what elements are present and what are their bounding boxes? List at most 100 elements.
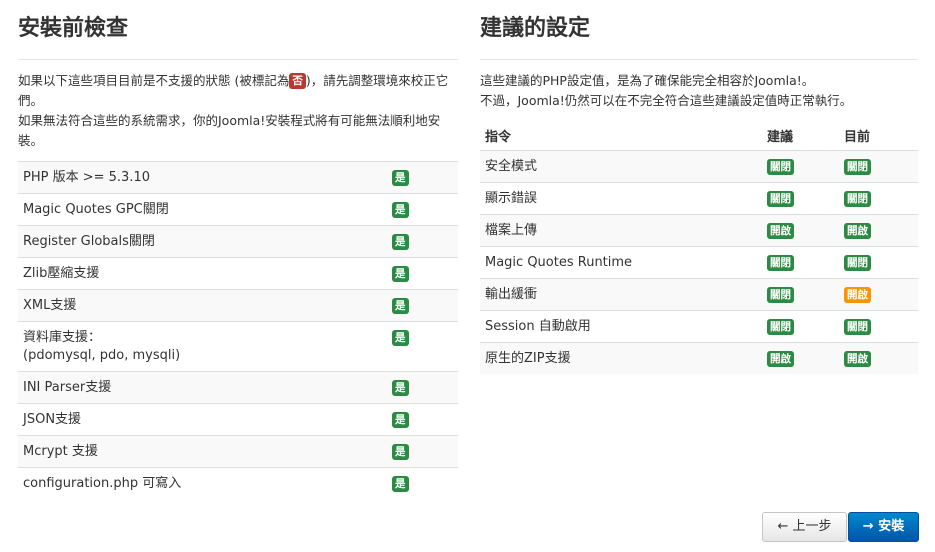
check-row: JSON支援 是 — [18, 403, 458, 436]
preinstall-intro: 如果以下這些項目目前是不支援的狀態 (被標記為否)，請先調整環境來校正它們。 如… — [18, 71, 458, 151]
setting-recommended-cell: 開啟 — [762, 214, 839, 247]
check-label-cell: configuration.php 可寫入 — [18, 467, 387, 499]
check-status-cell: 是 — [387, 371, 458, 404]
setting-actual-cell: 開啟 — [839, 342, 918, 374]
header-actual: 目前 — [844, 130, 871, 145]
check-label: configuration.php 可寫入 — [23, 476, 182, 491]
preinstall-check-title: 安裝前檢查 — [18, 16, 129, 41]
check-status-cell: 是 — [387, 225, 458, 258]
check-label-cell: 資料庫支援： (pdomysql, pdo, mysqli) — [18, 321, 387, 372]
recommended-settings-title: 建議的設定 — [480, 16, 591, 41]
check-label: Magic Quotes GPC關閉 — [23, 202, 169, 217]
setting-actual-cell: 關閉 — [839, 182, 918, 215]
recommended-badge: 關閉 — [767, 319, 794, 335]
check-row: Magic Quotes GPC關閉 是 — [18, 193, 458, 226]
recommended-badge: 關閉 — [767, 159, 794, 175]
actual-badge: 關閉 — [844, 255, 871, 271]
recommended-intro: 這些建議的PHP設定值，是為了確保能完全相容於Joomla!。 不過，Jooml… — [480, 71, 918, 111]
setting-name: 安全模式 — [485, 159, 538, 174]
previous-button[interactable]: ← 上一步 — [762, 512, 847, 542]
setting-actual-cell: 開啟 — [839, 278, 918, 311]
actual-badge: 關閉 — [844, 191, 871, 207]
check-row: Mcrypt 支援 是 — [18, 435, 458, 468]
setting-recommended-cell: 關閉 — [762, 278, 839, 311]
setting-name: 原生的ZIP支援 — [485, 351, 571, 366]
check-label: XML支援 — [23, 298, 77, 313]
setting-name-cell: Magic Quotes Runtime — [480, 246, 762, 279]
status-badge: 是 — [392, 298, 409, 314]
setting-name: 檔案上傳 — [485, 223, 538, 238]
check-status-cell: 是 — [387, 193, 458, 226]
recommended-settings-section: 建議的設定 這些建議的PHP設定值，是為了確保能完全相容於Joomla!。 不過… — [480, 0, 918, 374]
setting-name-cell: 顯示錯誤 — [480, 182, 762, 215]
setting-recommended-cell: 關閉 — [762, 246, 839, 279]
status-badge: 是 — [392, 202, 409, 218]
header-directive: 指令 — [485, 130, 512, 145]
setting-row: Session 自動啟用 關閉 關閉 — [480, 310, 918, 343]
status-badge: 是 — [392, 170, 409, 186]
divider — [480, 59, 918, 60]
no-badge: 否 — [289, 73, 306, 89]
check-label: 資料庫支援： — [23, 330, 102, 345]
status-badge: 是 — [392, 234, 409, 250]
check-status-cell: 是 — [387, 435, 458, 468]
install-button[interactable]: → 安裝 — [848, 512, 919, 542]
status-badge: 是 — [392, 476, 409, 492]
check-status-cell: 是 — [387, 321, 458, 372]
setting-recommended-cell: 開啟 — [762, 342, 839, 374]
intro-text-1: 如果以下這些項目目前是不支援的狀態 (被標記為 — [18, 73, 290, 88]
check-row: 資料庫支援： (pdomysql, pdo, mysqli) 是 — [18, 321, 458, 372]
check-label-cell: Zlib壓縮支援 — [18, 257, 387, 290]
check-label-cell: Magic Quotes GPC關閉 — [18, 193, 387, 226]
recommended-badge: 開啟 — [767, 223, 794, 239]
check-label-detail: (pdomysql, pdo, mysqli) — [23, 348, 181, 363]
check-label-cell: XML支援 — [18, 289, 387, 322]
setting-recommended-cell: 關閉 — [762, 150, 839, 183]
setting-actual-cell: 開啟 — [839, 214, 918, 247]
setting-name-cell: Session 自動啟用 — [480, 310, 762, 343]
table-header-row: 指令 建議 目前 — [480, 124, 918, 151]
install-button-label: 安裝 — [878, 519, 905, 534]
setting-actual-cell: 關閉 — [839, 310, 918, 343]
check-row: Register Globals關閉 是 — [18, 225, 458, 258]
header-recommended: 建議 — [767, 130, 794, 145]
status-badge: 是 — [392, 266, 409, 282]
recommended-badge: 關閉 — [767, 191, 794, 207]
check-label: Mcrypt 支援 — [23, 444, 98, 459]
status-badge: 是 — [392, 412, 409, 428]
actual-badge: 開啟 — [844, 223, 871, 239]
check-status-cell: 是 — [387, 289, 458, 322]
check-label: PHP 版本 >= 5.3.10 — [23, 170, 150, 185]
recommended-settings-table: 指令 建議 目前 安全模式 關閉 關閉 顯示錯誤 關閉 關閉 檔案上傳 開啟 開啟 Magic Q… — [480, 124, 918, 374]
intro-text-3: 如果無法符合這些的系統需求，你的Joomla!安裝程式將有可能無法順利地安裝。 — [18, 113, 441, 148]
actual-badge: 關閉 — [844, 159, 871, 175]
recommended-intro-line1: 這些建議的PHP設定值，是為了確保能完全相容於Joomla!。 — [480, 73, 815, 88]
setting-name: 輸出緩衝 — [485, 287, 538, 302]
status-badge: 是 — [392, 380, 409, 396]
setting-actual-cell: 關閉 — [839, 246, 918, 279]
check-label-cell: JSON支援 — [18, 403, 387, 436]
setting-recommended-cell: 關閉 — [762, 310, 839, 343]
preinstall-check-section: 安裝前檢查 如果以下這些項目目前是不支援的狀態 (被標記為否)，請先調整環境來校… — [18, 0, 458, 499]
check-status-cell: 是 — [387, 161, 458, 194]
check-status-cell: 是 — [387, 403, 458, 436]
setting-row: 顯示錯誤 關閉 關閉 — [480, 182, 918, 215]
setting-name: 顯示錯誤 — [485, 191, 538, 206]
check-label-cell: Register Globals關閉 — [18, 225, 387, 258]
setting-row: Magic Quotes Runtime 關閉 關閉 — [480, 246, 918, 279]
setting-recommended-cell: 關閉 — [762, 182, 839, 215]
previous-button-label: 上一步 — [792, 519, 832, 534]
arrow-right-icon: → — [862, 519, 874, 534]
recommended-badge: 開啟 — [767, 351, 794, 367]
recommended-badge: 關閉 — [767, 255, 794, 271]
check-status-cell: 是 — [387, 467, 458, 499]
setting-name: Magic Quotes Runtime — [485, 255, 633, 270]
wizard-buttons: ← 上一步 → 安裝 — [762, 512, 919, 542]
setting-name-cell: 安全模式 — [480, 150, 762, 183]
status-badge: 是 — [392, 444, 409, 460]
check-label-cell: INI Parser支援 — [18, 371, 387, 404]
check-row: INI Parser支援 是 — [18, 371, 458, 404]
setting-actual-cell: 關閉 — [839, 150, 918, 183]
check-label: Zlib壓縮支援 — [23, 266, 100, 281]
setting-row: 檔案上傳 開啟 開啟 — [480, 214, 918, 247]
